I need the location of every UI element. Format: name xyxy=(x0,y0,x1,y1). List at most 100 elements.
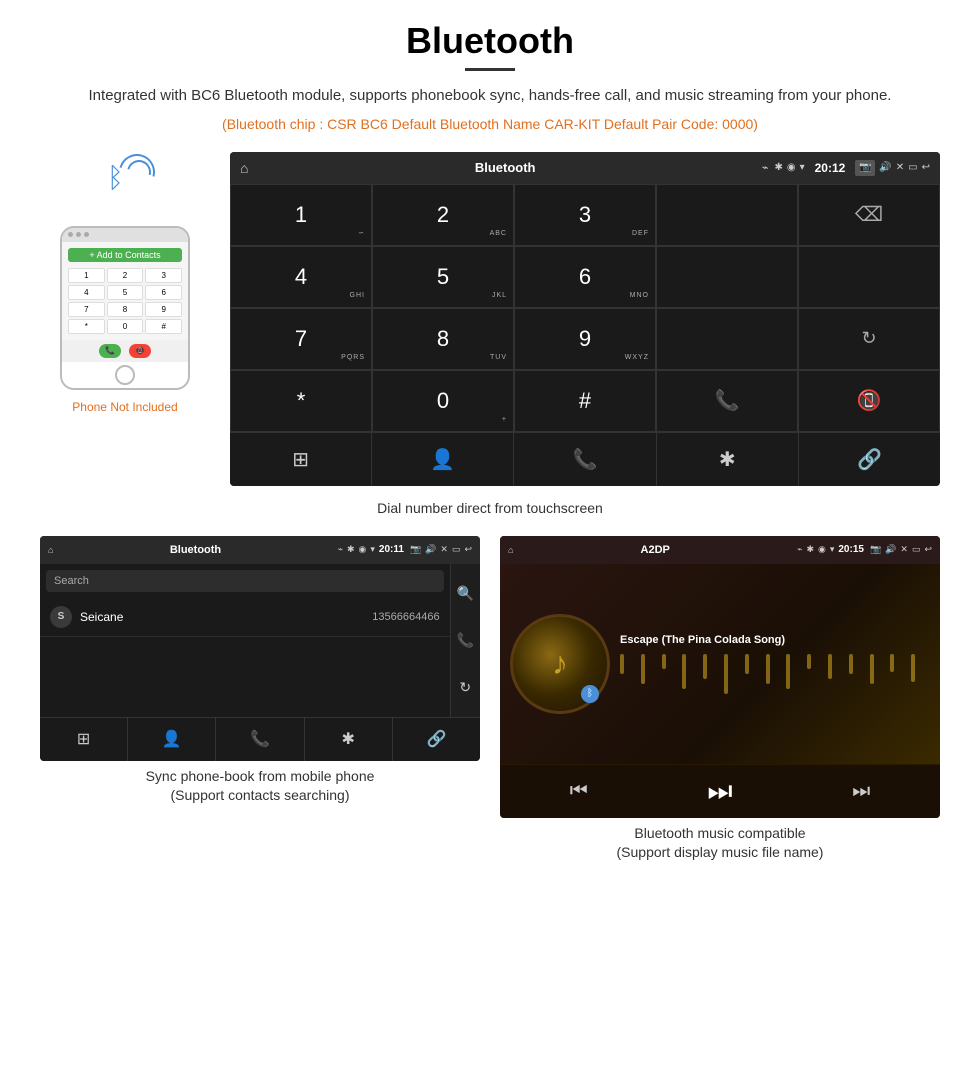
phone-key[interactable]: 9 xyxy=(145,302,182,317)
phone-key[interactable]: 1 xyxy=(68,268,105,283)
phone-key[interactable]: * xyxy=(68,319,105,334)
bottom-phone-icon[interactable]: 📞 xyxy=(514,433,656,486)
music-play-button[interactable]: ⏭ xyxy=(707,775,732,808)
music-main-content: ♪ ᛒ Escape (The Pina Colada Song) xyxy=(500,564,940,764)
eq-bar xyxy=(911,654,915,682)
dial-end-button[interactable]: 📵 xyxy=(798,370,940,432)
phone-key[interactable]: 8 xyxy=(107,302,144,317)
music-equalizer xyxy=(620,654,930,694)
android-status-bar: ⌂ Bluetooth ⌁ ✱ ◉ ▾ 20:12 📷 🔊 ✕ ▭ ↩ xyxy=(230,152,940,184)
pb-refresh-icon[interactable]: ↻ xyxy=(455,677,476,698)
eq-bar xyxy=(870,654,874,684)
music-title: A2DP xyxy=(517,544,793,556)
bottom-grid-icon[interactable]: ⊞ xyxy=(230,433,372,486)
phone-add-btn[interactable]: + Add to Contacts xyxy=(68,248,182,262)
phone-key[interactable]: 0 xyxy=(107,319,144,334)
eq-bar xyxy=(641,654,645,684)
home-icon[interactable]: ⌂ xyxy=(240,160,248,176)
pb-right-icons: 🔍 📞 ↻ xyxy=(450,564,480,717)
music-close-icon[interactable]: ✕ xyxy=(900,544,908,555)
pb-back-icon[interactable]: ↩ xyxy=(464,544,472,555)
dial-key-8[interactable]: 8TUV xyxy=(372,308,514,370)
pb-bottom-link[interactable]: 🔗 xyxy=(393,718,480,761)
dial-key-5[interactable]: 5JKL xyxy=(372,246,514,308)
dialpad-main: 1∽ 2ABC 3DEF ⌫ 4GHI 5JKL 6MNO xyxy=(230,184,940,432)
music-prev-button[interactable]: ⏮ xyxy=(570,780,588,803)
phone-key[interactable]: 4 xyxy=(68,285,105,300)
dialpad-row-1: 1∽ 2ABC 3DEF ⌫ xyxy=(230,184,940,246)
dial-empty xyxy=(656,246,798,308)
dial-call-button[interactable]: 📞 xyxy=(656,370,798,432)
music-win-icon[interactable]: ▭ xyxy=(912,544,921,555)
phone-key[interactable]: 5 xyxy=(107,285,144,300)
dial-key-6[interactable]: 6MNO xyxy=(514,246,656,308)
pb-content: Search S Seicane 13566664466 🔍 📞 ↻ xyxy=(40,564,480,717)
pb-usb-icon: ⌁ xyxy=(338,544,343,555)
dial-key-hash[interactable]: # xyxy=(514,370,656,432)
dial-empty xyxy=(656,308,798,370)
back-icon[interactable]: ↩ xyxy=(922,162,930,173)
pb-bottom-contacts[interactable]: 👤 xyxy=(128,718,216,761)
bottom-bluetooth-icon[interactable]: ✱ xyxy=(657,433,799,486)
phone-key[interactable]: 2 xyxy=(107,268,144,283)
phone-key[interactable]: # xyxy=(145,319,182,334)
dial-key-9[interactable]: 9WXYZ xyxy=(514,308,656,370)
eq-bar xyxy=(807,654,811,669)
dial-key-4[interactable]: 4GHI xyxy=(230,246,372,308)
page-description: Integrated with BC6 Bluetooth module, su… xyxy=(40,85,940,108)
phone-top-bar xyxy=(62,228,188,242)
music-usb-icon: ⌁ xyxy=(797,544,802,555)
dial-key-7[interactable]: 7PQRS xyxy=(230,308,372,370)
bottom-section: ⌂ Bluetooth ⌁ ✱ ◉ ▾ 20:11 📷 🔊 ✕ ▭ ↩ Sear… xyxy=(40,536,940,863)
pb-cam-icon: 📷 xyxy=(410,544,421,555)
pb-close-icon[interactable]: ✕ xyxy=(440,544,448,555)
pb-loc-icon: ◉ xyxy=(359,544,367,555)
phone-home-button[interactable] xyxy=(115,365,135,385)
phone-end-button[interactable]: 📵 xyxy=(129,344,151,358)
pb-home-icon[interactable]: ⌂ xyxy=(48,545,53,555)
dial-backspace[interactable]: ⌫ xyxy=(798,184,940,246)
bottom-person-icon[interactable]: 👤 xyxy=(372,433,514,486)
dial-key-star[interactable]: * xyxy=(230,370,372,432)
phone-key[interactable]: 7 xyxy=(68,302,105,317)
bluetooth-waves: ᛒ xyxy=(95,152,155,222)
pb-contact-phone: 13566664466 xyxy=(372,611,439,623)
dial-refresh[interactable]: ↻ xyxy=(798,308,940,370)
phone-call-button[interactable]: 📞 xyxy=(99,344,121,358)
wifi-icon: ▾ xyxy=(800,162,805,173)
window-icon[interactable]: ▭ xyxy=(908,162,917,173)
close-icon[interactable]: ✕ xyxy=(896,162,904,173)
phone-key[interactable]: 3 xyxy=(145,268,182,283)
phone-bottom: 📞 📵 xyxy=(62,340,188,362)
pb-title: Bluetooth xyxy=(57,544,333,556)
pb-empty-space xyxy=(40,637,450,717)
main-caption: Dial number direct from touchscreen xyxy=(40,500,940,516)
pb-search-bar[interactable]: Search xyxy=(46,570,444,592)
music-home-icon[interactable]: ⌂ xyxy=(508,545,513,555)
status-right-icons: 📷 🔊 ✕ ▭ ↩ xyxy=(855,160,930,176)
camera-icon[interactable]: 📷 xyxy=(855,160,875,176)
dial-key-1[interactable]: 1∽ xyxy=(230,184,372,246)
pb-bottom-bt[interactable]: ✱ xyxy=(305,718,393,761)
dial-key-0[interactable]: 0+ xyxy=(372,370,514,432)
volume-icon[interactable]: 🔊 xyxy=(879,162,891,173)
bottom-link-icon[interactable]: 🔗 xyxy=(799,433,940,486)
pb-bottom-phone[interactable]: 📞 xyxy=(216,718,304,761)
pb-contact-name[interactable]: Seicane xyxy=(80,610,372,624)
phone-illustration: ᛒ + Add to Contacts 1 2 3 4 xyxy=(40,152,210,414)
eq-bar xyxy=(766,654,770,684)
music-back-icon[interactable]: ↩ xyxy=(924,544,932,555)
phone-key[interactable]: 6 xyxy=(145,285,182,300)
dial-key-3[interactable]: 3DEF xyxy=(514,184,656,246)
dial-key-2[interactable]: 2ABC xyxy=(372,184,514,246)
pb-bottom-grid[interactable]: ⊞ xyxy=(40,718,128,761)
eq-bar xyxy=(620,654,624,674)
pb-search-icon[interactable]: 🔍 xyxy=(455,583,476,604)
music-next-button[interactable]: ⏭ xyxy=(852,780,870,803)
pb-win-icon[interactable]: ▭ xyxy=(452,544,461,555)
pb-contact-row: S Seicane 13566664466 xyxy=(40,598,450,637)
pb-call-icon[interactable]: 📞 xyxy=(455,630,476,651)
music-screen: ⌂ A2DP ⌁ ✱ ◉ ▾ 20:15 📷 🔊 ✕ ▭ ↩ ♪ xyxy=(500,536,940,818)
dialpad-area: 1∽ 2ABC 3DEF ⌫ 4GHI 5JKL 6MNO xyxy=(230,184,940,432)
pb-main-content: Search S Seicane 13566664466 xyxy=(40,564,450,717)
